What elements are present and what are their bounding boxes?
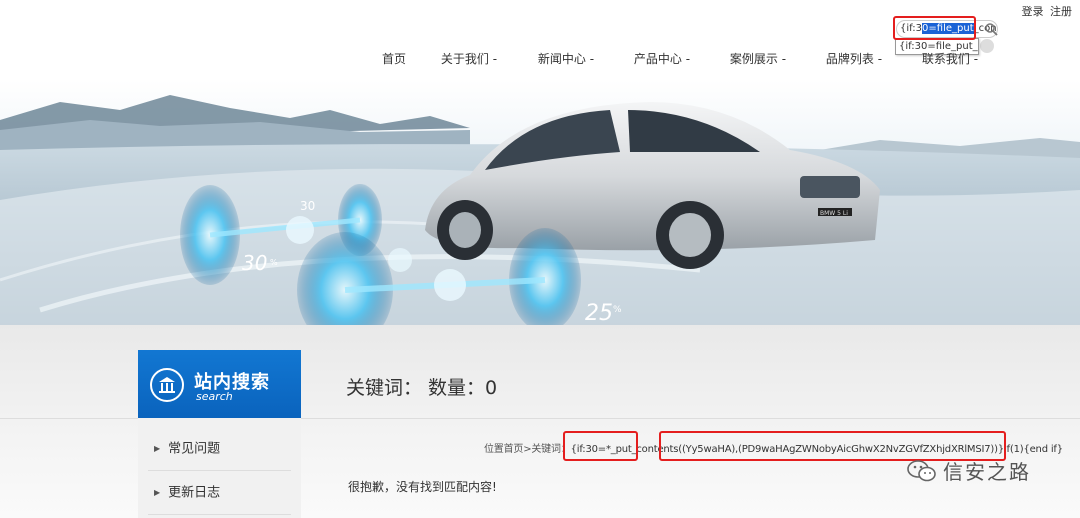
wechat-icon [907, 459, 937, 488]
main-nav: 首页 关于我们 - 新闻中心 - 产品中心 - 案例展示 - 品牌列表 - 联系… [370, 50, 998, 70]
no-result-message: 很抱歉，没有找到匹配内容! [348, 480, 497, 494]
overlay-30a: 30 [300, 199, 315, 213]
overlay-percent-2: % [613, 305, 622, 315]
building-icon [150, 368, 184, 402]
sidebar-item-faq[interactable]: ▶ 常见问题 [148, 427, 291, 471]
sidebar-item-changelog[interactable]: ▶ 更新日志 [148, 471, 291, 515]
sidebar-item-label: 更新日志 [168, 485, 221, 501]
triangle-right-icon: ▶ [154, 488, 161, 497]
auth-links: 登录 注册 [1019, 3, 1073, 19]
nav-item-news[interactable]: 新闻中心 - [518, 50, 614, 70]
hero-banner[interactable]: 30 30 % 25 % BMW 5 Li [0, 80, 1080, 325]
nav-item-products[interactable]: 产品中心 - [614, 50, 710, 70]
sidebar-item-label: 常见问题 [168, 441, 221, 457]
highlight-box [893, 16, 976, 40]
triangle-right-icon: ▶ [154, 444, 161, 453]
page-title: 关键词： 数量：0 [346, 377, 498, 399]
nav-item-brands[interactable]: 品牌列表 - [806, 50, 902, 70]
nav-item-about[interactable]: 关于我们 - [420, 50, 518, 70]
watermark: 信安之路 [907, 456, 1031, 488]
license-plate: BMW 5 Li [820, 210, 848, 217]
overlay-percent-1: % [270, 258, 278, 267]
highlight-box [563, 431, 638, 461]
login-link[interactable]: 登录 [1022, 5, 1044, 18]
overlay-25: 25 [585, 301, 613, 325]
nav-item-home[interactable]: 首页 [370, 50, 420, 70]
nav-item-contact[interactable]: 联系我们 - [902, 50, 998, 70]
nav-item-cases[interactable]: 案例展示 - [710, 50, 806, 70]
register-link[interactable]: 注册 [1050, 5, 1072, 18]
header: 登录 注册 {if:30=file_put_con {if:30=file_pu… [0, 0, 1080, 80]
sidebar-list: ▶ 常见问题 ▶ 更新日志 [138, 418, 301, 518]
watermark-text: 信安之路 [943, 460, 1031, 484]
sidebar-subtitle: search [196, 390, 233, 403]
breadcrumb-prefix: 位置首页>关键词： [484, 444, 571, 455]
sidebar-title: 站内搜索 search [138, 350, 301, 418]
magnifier-icon[interactable] [984, 22, 998, 36]
overlay-30b: 30 [242, 251, 267, 275]
banner-image: 30 30 % 25 % BMW 5 Li [0, 80, 1080, 325]
